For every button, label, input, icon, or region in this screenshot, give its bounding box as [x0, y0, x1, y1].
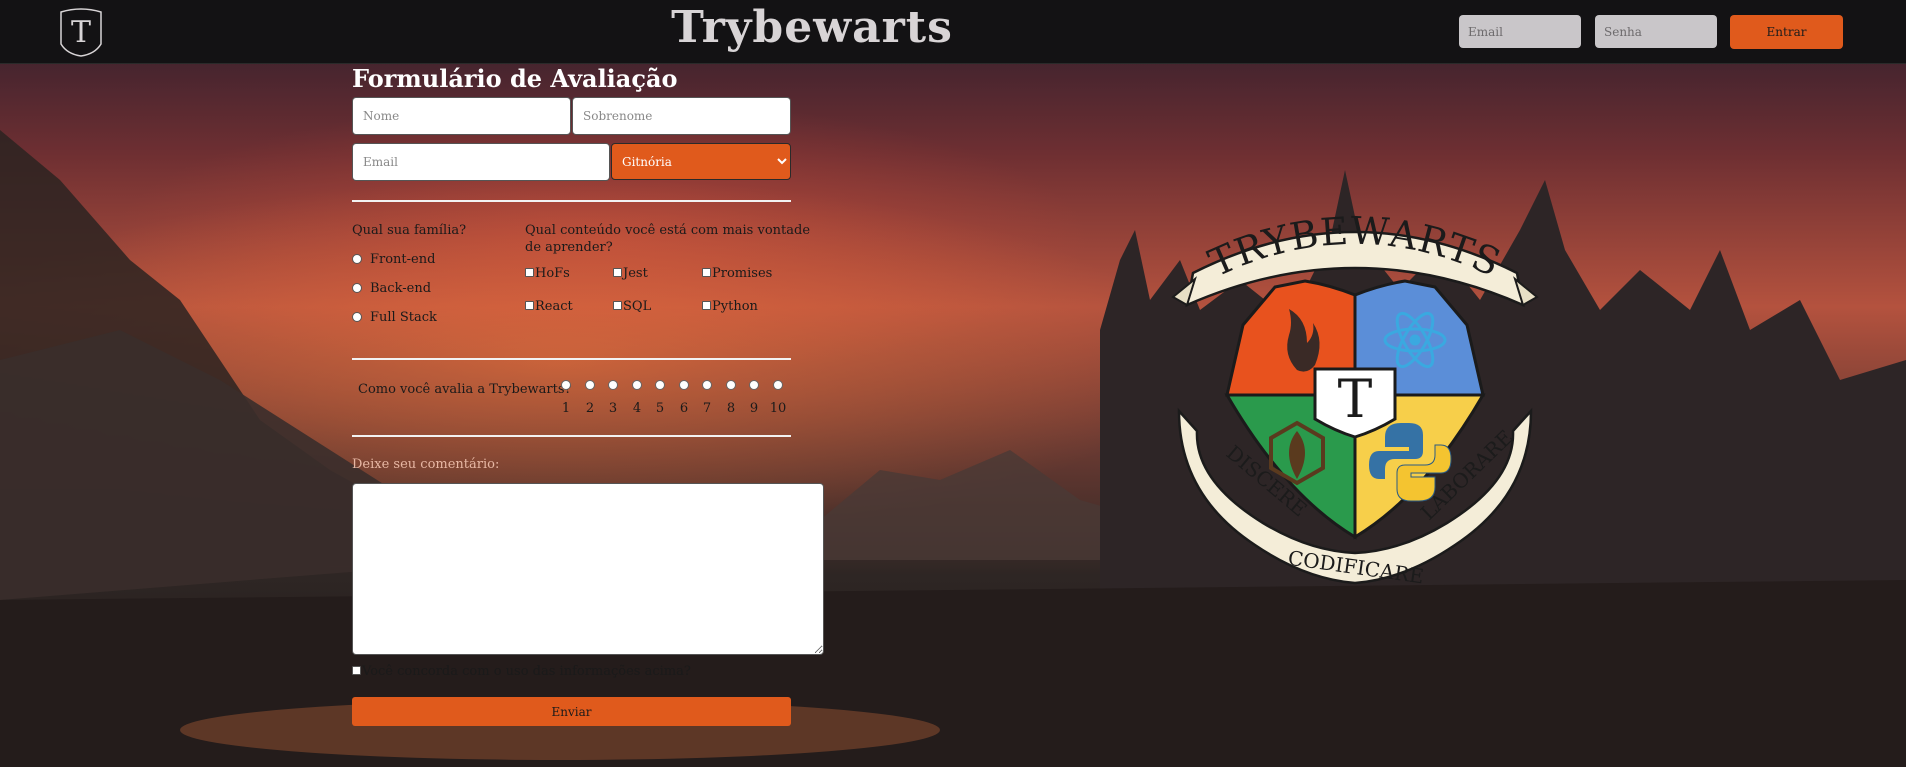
rating-number-10: 10 [769, 401, 787, 416]
family-label-full-stack: Full Stack [370, 310, 437, 325]
comment-textarea[interactable] [352, 483, 824, 655]
background-scenery [0, 130, 1906, 767]
rating-number-6: 6 [679, 401, 689, 416]
login-password-input[interactable] [1595, 15, 1717, 48]
rating-radio-9[interactable] [749, 380, 759, 390]
rating-question: Como você avalia a Trybewarts? [358, 382, 572, 397]
family-radio-front-end[interactable] [352, 254, 362, 264]
family-question: Qual sua família? [352, 223, 467, 238]
form-divider [352, 435, 791, 437]
content-checkbox-hofs[interactable] [525, 268, 534, 277]
house-select[interactable]: Gitnória [611, 143, 791, 180]
rating-radio-5[interactable] [655, 380, 665, 390]
top-header: T Trybewarts Entrar [0, 0, 1906, 64]
content-checkbox-sql[interactable] [613, 301, 622, 310]
content-label-react: React [535, 299, 573, 314]
name-input[interactable] [352, 97, 571, 135]
rating-radio-8[interactable] [726, 380, 736, 390]
login-email-input[interactable] [1459, 15, 1581, 48]
content-checkbox-python[interactable] [702, 301, 711, 310]
lastname-input[interactable] [572, 97, 791, 135]
family-label-back-end: Back-end [370, 281, 432, 296]
content-label-promises: Promises [712, 266, 773, 281]
content-checkbox-promises[interactable] [702, 268, 711, 277]
content-label-jest: Jest [623, 266, 648, 281]
rating-radio-1[interactable] [561, 380, 571, 390]
email-input[interactable] [352, 143, 610, 181]
rating-number-2: 2 [585, 401, 595, 416]
rating-number-5: 5 [655, 401, 665, 416]
login-button[interactable]: Entrar [1730, 15, 1843, 49]
family-radio-back-end[interactable] [352, 283, 362, 293]
rating-number-4: 4 [632, 401, 642, 416]
rating-number-8: 8 [726, 401, 736, 416]
trybewarts-crest: TRYBEWARTS T DISCERE CODIFICARE LABORARE [1171, 208, 1539, 588]
content-question-line2: de aprender? [525, 240, 613, 255]
crest-center-letter: T [1338, 370, 1373, 430]
rating-radio-10[interactable] [773, 380, 783, 390]
content-checkbox-react[interactable] [525, 301, 534, 310]
family-radio-full-stack[interactable] [352, 312, 362, 322]
rating-radio-7[interactable] [702, 380, 712, 390]
form-divider [352, 358, 791, 360]
content-label-hofs: HoFs [535, 266, 570, 281]
content-checkbox-jest[interactable] [613, 268, 622, 277]
agreement-label: Você concorda com o uso das informações … [362, 664, 691, 679]
content-label-sql: SQL [623, 299, 652, 314]
rating-radio-2[interactable] [585, 380, 595, 390]
rating-radio-4[interactable] [632, 380, 642, 390]
rating-radio-6[interactable] [679, 380, 689, 390]
comment-label: Deixe seu comentário: [352, 457, 500, 472]
rating-number-1: 1 [561, 401, 571, 416]
rating-number-3: 3 [608, 401, 618, 416]
content-label-python: Python [712, 299, 758, 314]
agreement-checkbox[interactable] [352, 666, 361, 675]
content-question-line1: Qual conteúdo você está com mais vontade [525, 223, 811, 238]
family-label-front-end: Front-end [370, 252, 436, 267]
submit-button[interactable]: Enviar [352, 697, 791, 726]
form-title: Formulário de Avaliação [352, 64, 678, 93]
rating-radio-3[interactable] [608, 380, 618, 390]
rating-number-9: 9 [749, 401, 759, 416]
rating-number-7: 7 [702, 401, 712, 416]
form-divider [352, 200, 791, 202]
site-title: Trybewarts [671, 2, 953, 53]
